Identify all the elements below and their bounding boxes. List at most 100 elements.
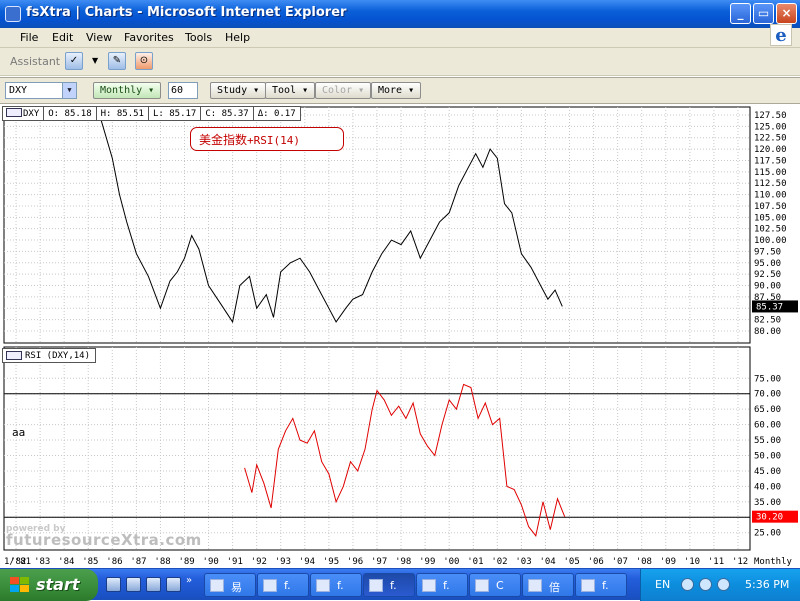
price-y-tick-label: 100.00 (754, 236, 787, 246)
x-tick-label: '90 (203, 557, 219, 567)
chart-canvas[interactable]: 127.50125.00 122.50120.00117.50 115.00112.… (0, 105, 800, 568)
x-tick-label: '83 (34, 557, 50, 567)
price-y-tick-label: 117.50 (754, 156, 787, 166)
system-tray: EN 5:36 PM (640, 569, 800, 601)
maximize-button[interactable]: ▭ (753, 3, 774, 24)
periods-input[interactable]: 60 (168, 82, 198, 99)
price-y-tick-label: 125.00 (754, 122, 787, 132)
task-label-3: f. (337, 579, 344, 592)
x-tick-label: '93 (275, 557, 291, 567)
window-title: fsXtra | Charts - Microsoft Internet Exp… (26, 5, 347, 20)
line-chart-icon (6, 108, 22, 117)
quicklaunch-media-icon[interactable] (126, 577, 141, 592)
price-y-tick-label: 95.00 (754, 259, 781, 269)
price-y-tick-label: 110.00 (754, 191, 787, 201)
x-tick-label: '92 (251, 557, 267, 567)
task-label-4: f. (390, 579, 397, 592)
search-icon[interactable]: ⊙ (135, 52, 153, 70)
price-y-tick-label: 97.50 (754, 247, 781, 257)
window-icon (422, 579, 436, 592)
rsi-y-tick-label: 75.00 (754, 374, 781, 384)
task-label-8: f. (602, 579, 609, 592)
x-tick-label: '03 (515, 557, 531, 567)
ohlc-readout: DXY O: 85.18 H: 85.51 L: 85.17 C: 85.37 Δ: 0.… (2, 106, 301, 121)
x-tick-label: '01 (467, 557, 483, 567)
language-indicator[interactable]: EN (655, 578, 670, 591)
menu-file[interactable]: File (20, 31, 38, 44)
quicklaunch-desktop-icon[interactable] (146, 577, 161, 592)
symbol-value: DXY (9, 85, 28, 96)
pen-icon[interactable]: ✎ (108, 52, 126, 70)
x-tick-label: '98 (395, 557, 411, 567)
study-button[interactable]: Study ▾ (210, 82, 267, 99)
menu-edit[interactable]: Edit (52, 31, 73, 44)
rsi-y-tick-label: 55.00 (754, 436, 781, 446)
price-y-tick-label: 107.50 (754, 202, 787, 212)
x-tick-label: '11 (708, 557, 724, 567)
window-titlebar: fsXtra | Charts - Microsoft Internet Exp… (0, 0, 800, 28)
rsi-y-tick-label: 25.00 (754, 529, 781, 539)
tool-button[interactable]: Tool ▾ (265, 82, 316, 99)
quicklaunch-ie-icon[interactable] (106, 577, 121, 592)
x-tick-label: '99 (419, 557, 435, 567)
chart-content: DXY ▼ Monthly ▾ 60 Study ▾ Tool ▾ Color … (0, 77, 800, 567)
quicklaunch-folder-icon[interactable] (166, 577, 181, 592)
x-tick-label: '02 (491, 557, 507, 567)
interval-dropdown[interactable]: Monthly ▾ (93, 82, 162, 99)
volume-icon[interactable] (699, 578, 712, 591)
window-icon (316, 579, 330, 592)
menu-view[interactable]: View (86, 31, 112, 44)
task-label-2: f. (284, 579, 291, 592)
x-tick-label: '89 (178, 557, 194, 567)
minimize-button[interactable]: _ (730, 3, 751, 24)
clock: 5:36 PM (745, 578, 790, 591)
menu-help[interactable]: Help (225, 31, 250, 44)
task-button-4[interactable]: f. (363, 573, 415, 597)
annotation-en-text: +RSI(14) (247, 134, 300, 147)
chevron-down-icon[interactable]: ▼ (92, 56, 98, 65)
ohlc-symbol: DXY (3, 107, 45, 120)
x-tick-label: '12 (732, 557, 748, 567)
brand-watermark: futuresourceXtra.com (6, 531, 202, 549)
task-button-1[interactable]: 易 (204, 573, 256, 597)
more-label: More (378, 85, 403, 96)
chart-annotation[interactable]: 美金指数+RSI(14) (190, 127, 344, 151)
price-last-value-label: 85.37 (756, 302, 783, 312)
symbol-select[interactable]: DXY ▼ (5, 82, 77, 99)
start-button[interactable]: start (0, 569, 98, 601)
check-icon[interactable]: ✓ (65, 52, 83, 70)
windows-logo-icon (10, 577, 30, 593)
color-button[interactable]: Color ▾ (315, 82, 372, 99)
menu-tools[interactable]: Tools (185, 31, 212, 44)
task-button-6[interactable]: C (469, 573, 521, 597)
help-icon[interactable] (681, 578, 694, 591)
task-button-2[interactable]: f. (257, 573, 309, 597)
close-button[interactable]: × (776, 3, 797, 24)
x-tick-label: '07 (612, 557, 628, 567)
color-label: Color (322, 85, 353, 96)
tool-label: Tool (272, 85, 297, 96)
task-button-3[interactable]: f. (310, 573, 362, 597)
price-y-tick-label: 82.50 (754, 316, 781, 326)
more-button[interactable]: More ▾ (371, 82, 422, 99)
rsi-legend: RSI (DXY,14) (2, 348, 97, 363)
taskbar: start » 易 f. f. f. f. C 倍 f. EN 5:36 PM (0, 568, 800, 601)
menu-favorites[interactable]: Favorites (124, 31, 174, 44)
task-label-5: f. (443, 579, 450, 592)
annotation-cn-text: 美金指数 (199, 133, 248, 147)
ohlc-change: Δ: 0.17 (257, 109, 296, 119)
network-icon[interactable] (717, 578, 730, 591)
task-button-8[interactable]: f. (575, 573, 627, 597)
task-label-7: 倍 (549, 581, 560, 594)
task-button-5[interactable]: f. (416, 573, 468, 597)
chevron-down-icon[interactable]: ▼ (62, 83, 76, 98)
task-button-7[interactable]: 倍 (522, 573, 574, 597)
rsi-y-tick-label: 35.00 (754, 498, 781, 508)
x-tick-label: '87 (130, 557, 146, 567)
chevron-right-icon[interactable]: » (186, 575, 192, 586)
x-tick-label: '09 (660, 557, 676, 567)
x-tick-label: '94 (299, 557, 315, 567)
window-icon (369, 579, 383, 592)
price-y-tick-label: 127.50 (754, 111, 787, 121)
x-tick-label: '86 (106, 557, 122, 567)
